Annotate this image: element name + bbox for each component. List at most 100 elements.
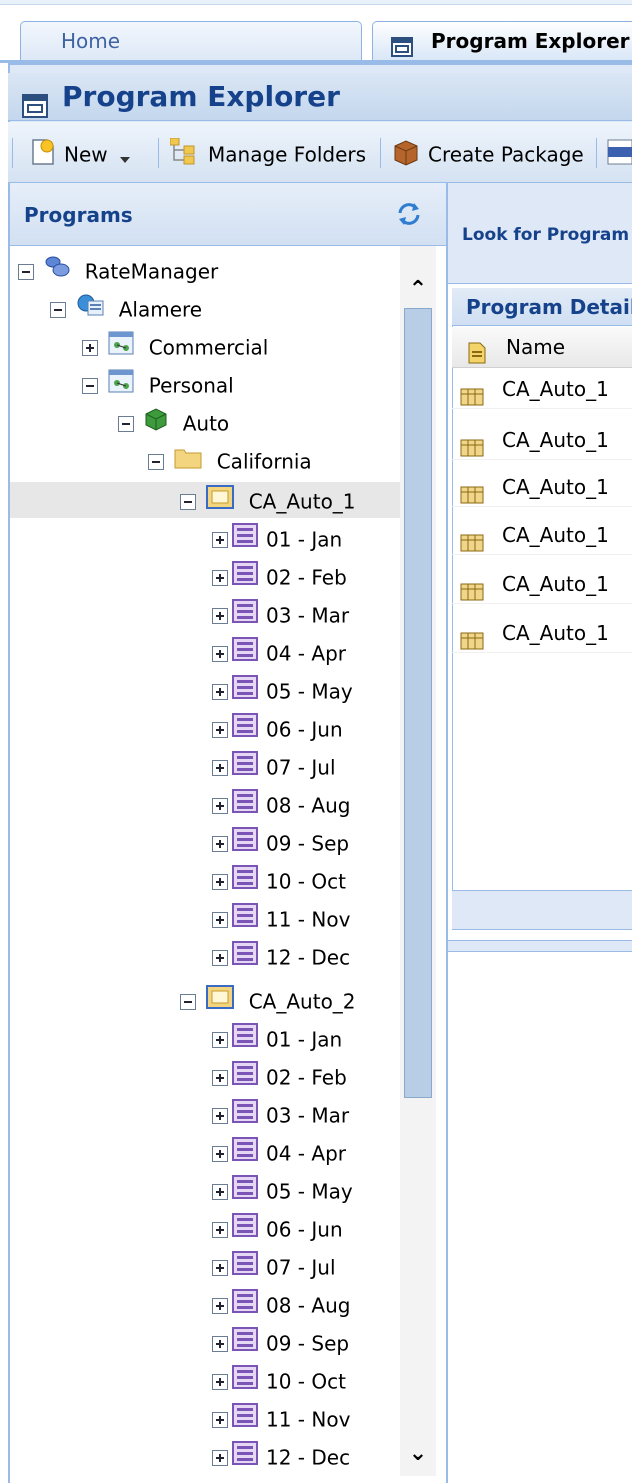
expand-toggle[interactable] bbox=[212, 1031, 228, 1048]
expand-toggle[interactable] bbox=[212, 1107, 228, 1124]
tree-node-auto[interactable]: Auto bbox=[118, 404, 229, 440]
tree-node-label: 04 - Apr bbox=[266, 641, 346, 666]
tree-node-version[interactable]: 08 - Aug bbox=[212, 1286, 350, 1322]
expand-toggle[interactable] bbox=[82, 339, 98, 356]
expand-toggle[interactable] bbox=[212, 1373, 228, 1390]
tree-node-version[interactable]: 10 - Oct bbox=[212, 1362, 346, 1398]
expand-toggle[interactable] bbox=[212, 531, 228, 548]
expand-toggle[interactable] bbox=[212, 683, 228, 700]
expand-toggle[interactable] bbox=[212, 721, 228, 738]
table-row[interactable]: CA_Auto_1 bbox=[452, 614, 632, 653]
program-name: CA_Auto_1 bbox=[502, 572, 609, 596]
tree-node-version[interactable]: 07 - Jul bbox=[212, 1248, 336, 1284]
manage-folders-button[interactable]: Manage Folders bbox=[169, 137, 366, 168]
tree-node-ratemanager[interactable]: RateManager bbox=[18, 252, 218, 288]
tree-node-version[interactable]: 07 - Jul bbox=[212, 748, 336, 784]
tree-node-version[interactable]: 06 - Jun bbox=[212, 710, 343, 746]
expand-toggle[interactable] bbox=[212, 1297, 228, 1314]
expand-toggle[interactable] bbox=[212, 949, 228, 966]
tree-node-program-ca-auto-1[interactable]: CA_Auto_1 bbox=[180, 482, 356, 518]
collapse-toggle[interactable] bbox=[148, 453, 164, 470]
panel-splitter[interactable] bbox=[448, 940, 632, 952]
tree-node-version[interactable]: 06 - Jun bbox=[212, 1210, 343, 1246]
export-xml-button[interactable] bbox=[606, 138, 632, 168]
tree-node-label: Alamere bbox=[118, 297, 203, 322]
tree-node-version[interactable]: 08 - Aug bbox=[212, 786, 350, 822]
tree-node-version[interactable]: 12 - Dec bbox=[212, 1438, 350, 1474]
collapse-toggle[interactable] bbox=[180, 993, 196, 1010]
tree-node-label: 10 - Oct bbox=[266, 869, 346, 894]
tree-node-version[interactable]: 09 - Sep bbox=[212, 1324, 349, 1360]
tree-node-version[interactable]: 11 - Nov bbox=[212, 900, 350, 936]
tree-node-label: 11 - Nov bbox=[266, 1407, 351, 1432]
tree-node-version[interactable]: 01 - Jan bbox=[212, 520, 342, 556]
tree-node-label: 01 - Jan bbox=[266, 527, 343, 552]
tree-node-label: 03 - Mar bbox=[266, 1103, 350, 1128]
expand-toggle[interactable] bbox=[212, 759, 228, 776]
expand-toggle[interactable] bbox=[212, 911, 228, 928]
tree-node-commercial[interactable]: Commercial bbox=[82, 328, 268, 364]
tree-node-personal[interactable]: Personal bbox=[82, 366, 234, 402]
tree-node-version[interactable]: 10 - Oct bbox=[212, 862, 346, 898]
expand-toggle[interactable] bbox=[212, 1069, 228, 1086]
expand-toggle[interactable] bbox=[212, 873, 228, 890]
expand-toggle[interactable] bbox=[212, 1145, 228, 1162]
collapse-toggle[interactable] bbox=[18, 263, 34, 280]
tree-node-version[interactable]: 11 - Nov bbox=[212, 1400, 350, 1436]
table-row[interactable]: CA_Auto_1 bbox=[452, 421, 632, 460]
program-name: CA_Auto_1 bbox=[502, 621, 609, 645]
collapse-toggle[interactable] bbox=[180, 493, 196, 510]
tree-node-version[interactable]: 09 - Sep bbox=[212, 824, 349, 860]
tree-node-version[interactable]: 02 - Feb bbox=[212, 558, 347, 594]
collapse-toggle[interactable] bbox=[118, 415, 134, 432]
expand-toggle[interactable] bbox=[212, 1449, 228, 1466]
table-row[interactable]: CA_Auto_1 bbox=[452, 516, 632, 555]
create-package-button[interactable]: Create Package bbox=[392, 138, 584, 168]
tab-home[interactable]: Home bbox=[20, 21, 362, 61]
table-row[interactable]: CA_Auto_1 bbox=[452, 468, 632, 507]
expand-toggle[interactable] bbox=[212, 1335, 228, 1352]
tree-node-label: 07 - Jul bbox=[266, 1255, 336, 1280]
tree-node-version[interactable]: 03 - Mar bbox=[212, 596, 349, 632]
tree-node-california[interactable]: California bbox=[148, 442, 312, 478]
table-row[interactable]: CA_Auto_1 bbox=[452, 370, 632, 409]
scrollbar-thumb[interactable] bbox=[404, 308, 432, 1098]
scroll-up-arrow-icon[interactable]: ⌃ bbox=[400, 272, 436, 308]
new-button[interactable]: New bbox=[30, 138, 130, 168]
expand-toggle[interactable] bbox=[212, 835, 228, 852]
expand-toggle[interactable] bbox=[212, 1183, 228, 1200]
refresh-icon[interactable] bbox=[396, 201, 422, 231]
scroll-down-arrow-icon[interactable]: ⌄ bbox=[400, 1436, 436, 1472]
collapse-toggle[interactable] bbox=[82, 377, 98, 394]
expand-toggle[interactable] bbox=[212, 1259, 228, 1276]
tree-node-program-ca-auto-2[interactable]: CA_Auto_2 bbox=[180, 982, 356, 1018]
expand-toggle[interactable] bbox=[212, 645, 228, 662]
look-for-program-label: Look for Program bbox=[462, 225, 630, 245]
toolbar-separator bbox=[380, 138, 381, 168]
tree-node-label: 08 - Aug bbox=[266, 1293, 351, 1318]
table-row[interactable]: CA_Auto_1 bbox=[452, 565, 632, 604]
tree-node-version[interactable]: 12 - Dec bbox=[212, 938, 350, 974]
expand-toggle[interactable] bbox=[212, 607, 228, 624]
version-list-icon bbox=[232, 712, 258, 748]
expand-toggle[interactable] bbox=[212, 569, 228, 586]
collapse-toggle[interactable] bbox=[50, 301, 66, 318]
tree-node-label: 12 - Dec bbox=[266, 945, 351, 970]
tab-program-explorer[interactable]: Program Explorer bbox=[372, 21, 632, 61]
tree-node-version[interactable]: 04 - Apr bbox=[212, 634, 346, 670]
program-table-icon bbox=[460, 380, 484, 418]
program-folder-icon bbox=[206, 484, 235, 520]
expand-toggle[interactable] bbox=[212, 1411, 228, 1428]
new-button-label: New bbox=[64, 142, 108, 167]
name-column-header[interactable]: Name bbox=[452, 327, 632, 368]
tree-node-version[interactable]: 05 - May bbox=[212, 1172, 353, 1208]
new-document-icon bbox=[30, 138, 56, 174]
expand-toggle[interactable] bbox=[212, 1221, 228, 1238]
tree-node-version[interactable]: 01 - Jan bbox=[212, 1020, 342, 1056]
tree-node-version[interactable]: 02 - Feb bbox=[212, 1058, 347, 1094]
tree-node-version[interactable]: 03 - Mar bbox=[212, 1096, 349, 1132]
tree-node-version[interactable]: 04 - Apr bbox=[212, 1134, 346, 1170]
tree-node-version[interactable]: 05 - May bbox=[212, 672, 353, 708]
expand-toggle[interactable] bbox=[212, 797, 228, 814]
tree-node-alamere[interactable]: Alamere bbox=[50, 290, 202, 326]
